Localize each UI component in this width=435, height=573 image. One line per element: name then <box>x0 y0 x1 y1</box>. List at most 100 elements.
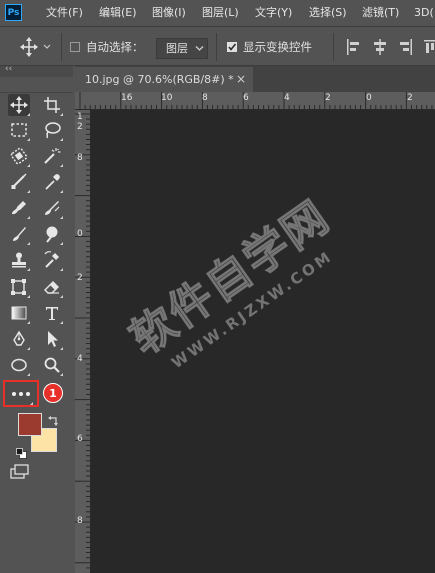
tool-group-indicator <box>60 321 63 324</box>
perspective-crop-icon <box>11 279 26 295</box>
ruler-label: 16 <box>121 93 133 103</box>
marquee-icon <box>11 123 27 137</box>
edit-toolbar-button[interactable] <box>3 380 39 407</box>
brush-icon <box>45 201 60 215</box>
more-icon <box>12 392 30 396</box>
document-canvas[interactable] <box>91 110 435 573</box>
menu-type[interactable]: 文字(Y) <box>255 0 292 26</box>
document-tab[interactable]: 10.jpg @ 70.6%(RGB/8#) * × <box>75 67 253 92</box>
options-bar: 自动选择： 图层 显示变换控件 <box>0 26 435 66</box>
move-icon <box>10 96 28 114</box>
tool-group-indicator <box>27 164 30 167</box>
ruler-label: 4 <box>284 93 290 103</box>
vertical-ruler-ticks <box>75 110 91 573</box>
ruler-label: 6 <box>77 434 83 444</box>
align-top-icon <box>424 40 435 53</box>
align-top-button[interactable] <box>424 39 435 59</box>
tool-group-indicator <box>27 242 30 245</box>
auto-select-label: 自动选择： <box>86 40 144 54</box>
align-center-icon <box>374 39 386 55</box>
align-left-icon <box>347 39 359 55</box>
screen-mode-button[interactable] <box>10 464 30 484</box>
show-transform-label: 显示变换控件 <box>243 40 312 54</box>
chevron-down-icon <box>43 44 51 49</box>
divider <box>216 33 217 61</box>
align-right-button[interactable] <box>399 39 413 59</box>
healing-brush-icon <box>12 201 26 215</box>
tool-group-indicator <box>60 268 63 271</box>
ruler-label: 4 <box>77 354 83 364</box>
ruler-label: 10 <box>161 93 173 103</box>
ruler-label: 2 <box>407 93 413 103</box>
ruler-label: 6 <box>243 93 249 103</box>
divider <box>61 33 62 61</box>
align-left-button[interactable] <box>346 39 360 59</box>
auto-select-target-value: 图层 <box>166 42 188 55</box>
tool-group-indicator <box>27 373 30 376</box>
close-tab-icon[interactable]: × <box>236 67 246 92</box>
toolbox-header[interactable]: ‹‹ <box>0 64 73 77</box>
stamp-icon <box>12 252 26 268</box>
eyedropper-icon <box>45 174 60 190</box>
auto-select-target-dropdown[interactable]: 图层 <box>156 38 208 59</box>
tool-group-indicator <box>27 347 30 350</box>
menu-layer[interactable]: 图层(L) <box>202 0 239 26</box>
tool-group-indicator <box>60 242 63 245</box>
collapse-toolbox-icon[interactable]: ‹‹ <box>5 64 12 74</box>
divider <box>333 33 334 61</box>
auto-select-checkbox[interactable] <box>70 42 80 52</box>
tool-group-indicator <box>27 190 30 193</box>
ruler-label: 2 <box>77 273 83 283</box>
menu-image[interactable]: 图像(I) <box>152 0 186 26</box>
menu-file[interactable]: 文件(F) <box>46 0 83 26</box>
ellipse-icon <box>11 358 27 372</box>
zoom-icon <box>44 357 60 373</box>
screen-mode-icon <box>10 464 29 479</box>
magnifier-icon <box>46 226 58 243</box>
move-tool-preset-button[interactable] <box>20 37 52 61</box>
tool-group-indicator <box>60 295 63 298</box>
menu-filter[interactable]: 滤镜(T) <box>362 0 399 26</box>
history-brush-icon <box>44 251 59 268</box>
ruler-label: 2 <box>325 93 331 103</box>
arrow-cursor-icon <box>48 331 58 347</box>
tool-group-indicator <box>27 216 30 219</box>
default-colors-button[interactable] <box>16 444 27 463</box>
magic-wand-icon <box>44 148 61 164</box>
ruler-label: 8 <box>77 516 83 526</box>
ruler-label: 0 <box>366 93 372 103</box>
tool-group-indicator <box>30 402 33 405</box>
horizontal-ruler[interactable]: 16 10 8 6 4 2 0 2 <box>75 92 435 110</box>
move-icon <box>20 37 51 57</box>
menu-3d[interactable]: 3D( <box>414 0 434 26</box>
chevron-down-icon <box>195 46 204 51</box>
ruler-label: 2 <box>77 122 83 132</box>
tool-group-indicator <box>27 268 30 271</box>
photoshop-logo: Ps <box>5 4 22 21</box>
step-badge: 1 <box>43 383 63 403</box>
eraser-icon <box>44 281 59 294</box>
vertical-ruler[interactable]: 1 2 8 0 2 4 6 8 <box>75 110 91 573</box>
show-transform-checkbox[interactable] <box>227 42 237 52</box>
ruler-label: 1 <box>77 112 83 122</box>
ruler-label: 0 <box>77 229 83 239</box>
type-icon <box>46 307 58 320</box>
document-tab-title: 10.jpg @ 70.6%(RGB/8#) * <box>85 73 234 86</box>
gradient-icon <box>11 306 27 320</box>
divider <box>0 92 73 93</box>
brush-icon <box>13 227 26 241</box>
menu-edit[interactable]: 编辑(E) <box>99 0 137 26</box>
menu-select[interactable]: 选择(S) <box>309 0 347 26</box>
swap-arrows-icon <box>48 416 58 426</box>
foreground-color-swatch[interactable] <box>18 413 42 436</box>
checkmark-icon <box>228 43 237 51</box>
lasso-icon <box>45 122 61 139</box>
menu-bar: Ps 文件(F) 编辑(E) 图像(I) 图层(L) 文字(Y) 选择(S) 滤… <box>0 0 435 26</box>
tool-group-indicator <box>60 164 63 167</box>
align-horizontal-center-button[interactable] <box>373 39 387 59</box>
tool-group-indicator <box>27 295 30 298</box>
tool-group-indicator <box>27 138 30 141</box>
pen-icon <box>13 330 25 346</box>
crop-icon <box>11 173 27 189</box>
tool-group-indicator <box>60 190 63 193</box>
